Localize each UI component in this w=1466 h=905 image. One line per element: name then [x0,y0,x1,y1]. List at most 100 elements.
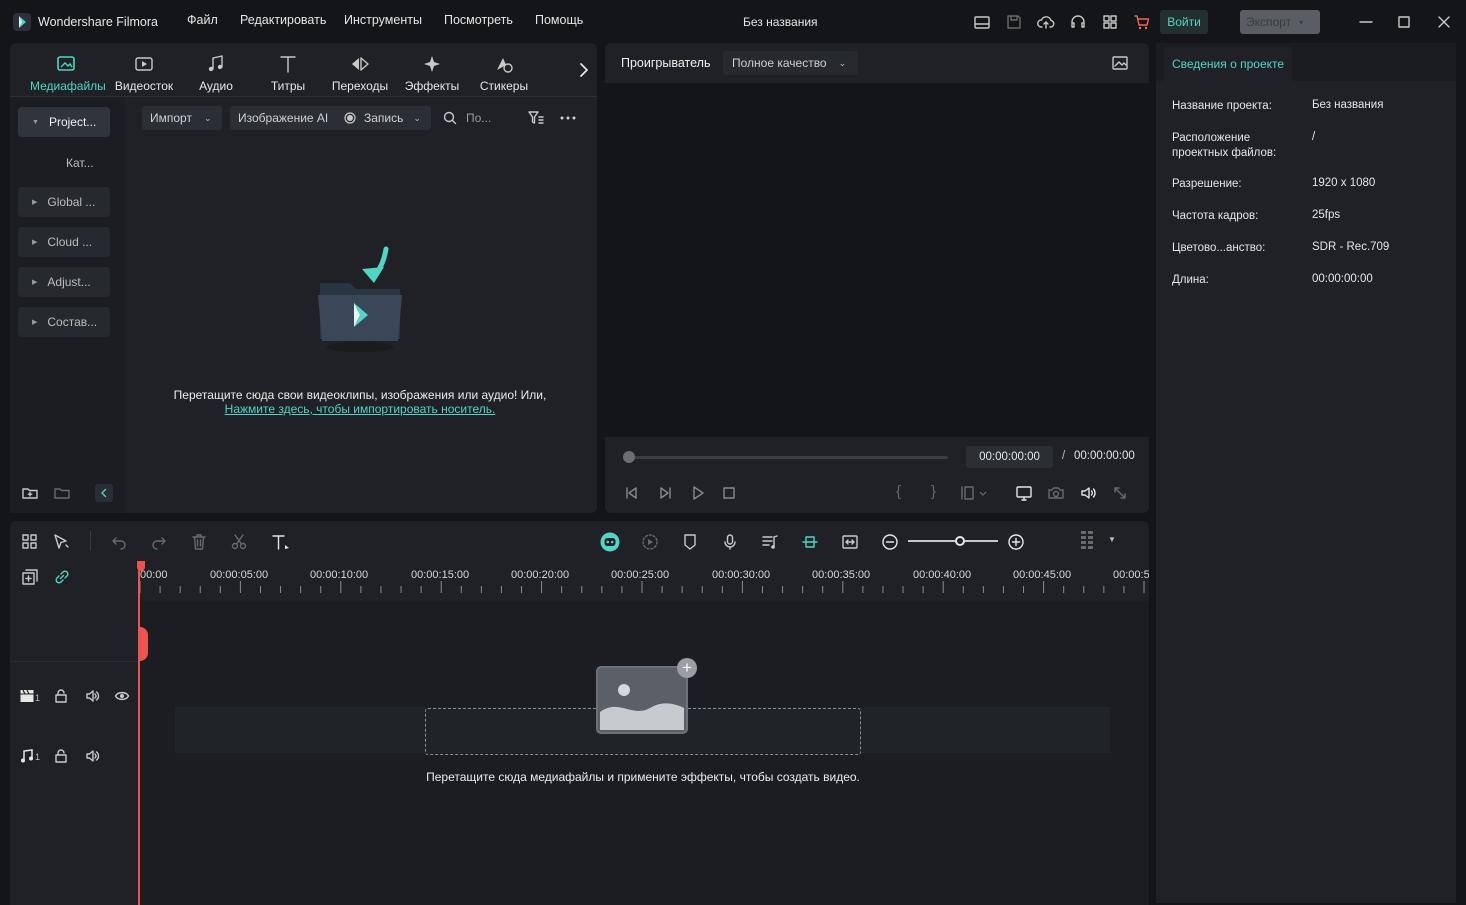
zoom-slider-track[interactable] [908,540,998,542]
playhead-marker-tab[interactable] [138,627,148,661]
volume-icon[interactable] [1078,483,1098,503]
ruler-label: 00:00:05:00 [210,569,269,581]
auto-fit-icon[interactable] [840,532,860,552]
next-frame-icon[interactable] [656,484,674,502]
render-preview-icon[interactable] [640,532,660,552]
marker-icon[interactable] [680,532,700,552]
ruler-label: 00:00:5 [1113,569,1149,581]
microphone-icon[interactable] [720,532,740,552]
play-icon[interactable] [689,484,707,502]
record-button[interactable]: Запись ⌄ [334,106,431,130]
menu-file[interactable]: Файл [187,13,218,27]
audio-track-number: 1 [35,752,41,762]
cut-scissors-icon[interactable] [229,532,249,552]
display-monitor-icon[interactable] [1014,483,1034,503]
playhead-handle[interactable] [137,561,145,571]
cloud-upload-icon[interactable] [1036,12,1056,32]
snapshot-image-icon[interactable] [1110,53,1130,73]
link-chain-icon[interactable] [52,567,72,587]
delete-trash-icon[interactable] [189,532,209,552]
close-icon[interactable] [1434,12,1454,32]
save-icon[interactable] [1004,12,1024,32]
sidebar-item-adjust[interactable]: ▶ Adjust... [18,267,110,297]
text-tool-icon[interactable] [270,532,292,552]
mark-out-icon[interactable]: } [931,483,936,500]
fullscreen-expand-icon[interactable] [1111,484,1129,502]
ruler-label: 00:00:20:00 [511,569,570,581]
tab-transitions[interactable]: Переходы [324,53,396,93]
menu-tools[interactable]: Инструменты [344,13,422,27]
undo-icon[interactable] [109,532,129,552]
filter-sort-icon[interactable] [526,108,546,128]
collapse-sidebar-icon[interactable] [95,484,113,502]
sidebar-item-category[interactable]: Кат... [66,156,94,170]
minimize-icon[interactable] [1356,12,1376,32]
cart-icon[interactable] [1132,12,1152,32]
add-media-plus-icon[interactable]: + [677,658,697,678]
info-value-duration: 00:00:00:00 [1312,273,1373,285]
sidebar-item-cloud[interactable]: ▶ Cloud ... [18,227,110,257]
more-options-icon[interactable] [558,108,578,128]
split-edit-icon[interactable] [959,484,989,502]
playback-progress-bar[interactable] [626,456,948,459]
lock-track-icon[interactable] [53,748,69,764]
ruler-label: 00:00 [140,569,168,581]
mute-track-icon[interactable] [84,748,100,764]
sidebar-item-global[interactable]: ▶ Global ... [18,187,110,217]
player-tab[interactable]: Проигрыватель [621,56,710,70]
scrubber-handle[interactable] [623,451,635,463]
new-folder-icon[interactable] [20,483,40,503]
tab-stock-video[interactable]: Видеосток [108,53,180,93]
chevron-down-icon[interactable]: ▼ [1108,535,1116,544]
quality-label: Полное качество [732,56,827,70]
menu-edit[interactable]: Редактировать [240,13,326,27]
apps-grid-icon[interactable] [1100,12,1120,32]
track-grid-menu-icon[interactable] [1078,529,1098,553]
export-button[interactable]: Экспорт ▾ [1240,10,1320,34]
playhead-line[interactable] [138,561,140,905]
stop-icon[interactable] [720,484,738,502]
zoom-slider-handle[interactable] [955,536,965,546]
add-track-icon[interactable] [20,567,40,587]
login-button[interactable]: Войти [1160,10,1208,34]
zoom-in-icon[interactable] [1006,532,1026,552]
menu-help[interactable]: Помощь [535,13,583,27]
stock-video-icon [135,57,153,71]
ai-image-button[interactable]: Изображение AI [230,106,334,130]
mark-in-icon[interactable]: { [896,483,901,500]
tab-project-info[interactable]: Сведения о проекте [1164,47,1292,81]
magnet-snap-icon[interactable] [800,532,820,552]
layout-icon[interactable] [972,12,992,32]
previous-frame-icon[interactable] [623,484,641,502]
sidebar-item-project[interactable]: ▼ Project... [18,107,110,137]
maximize-icon[interactable] [1394,12,1414,32]
tab-media[interactable]: Медиафайлы [30,53,106,93]
import-button[interactable]: Импорт ⌄ [142,106,222,130]
select-cursor-icon[interactable] [51,532,71,552]
video-preview[interactable] [605,83,1149,437]
search-input[interactable]: По... [466,111,491,125]
tab-titles[interactable]: Титры [252,53,324,93]
timeline-drop-text: Перетащите сюда медиафайлы и примените э… [426,770,860,784]
tab-audio[interactable]: Аудио [180,53,252,93]
tabs-scroll-right-icon[interactable] [576,61,592,79]
current-time-field[interactable]: 00:00:00:00 [966,446,1053,468]
headset-support-icon[interactable] [1068,12,1088,32]
sidebar-item-compound[interactable]: ▶ Состав... [18,307,110,337]
camera-snapshot-icon[interactable] [1046,483,1066,503]
ai-robot-icon[interactable] [599,531,621,553]
zoom-out-icon[interactable] [880,532,900,552]
quality-select[interactable]: Полное качество ⌄ [723,51,858,75]
tab-titles-label: Титры [270,79,306,93]
visibility-eye-icon[interactable] [114,688,130,704]
layout-switch-icon[interactable] [20,532,40,552]
menu-view[interactable]: Посмотреть [444,13,513,27]
import-media-link[interactable]: Нажмите здесь, чтобы импортировать носит… [125,402,595,416]
audio-list-icon[interactable] [760,532,780,552]
lock-track-icon[interactable] [53,688,69,704]
redo-icon[interactable] [149,532,169,552]
tab-effects[interactable]: Эффекты [396,53,468,93]
folder-icon[interactable] [52,483,72,503]
tab-stickers[interactable]: Стикеры [468,53,540,93]
mute-track-icon[interactable] [84,688,100,704]
